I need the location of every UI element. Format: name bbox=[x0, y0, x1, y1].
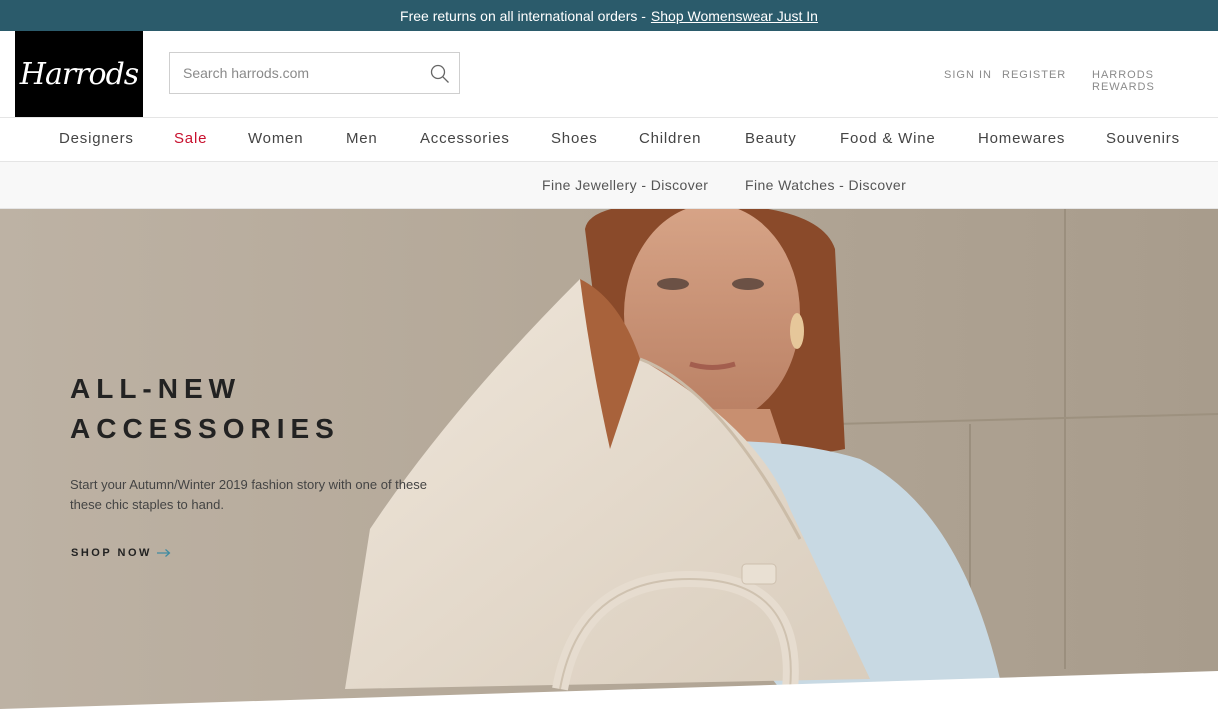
promo-text: Free returns on all international orders… bbox=[400, 7, 646, 24]
nav-item-food-wine[interactable]: Food & Wine bbox=[840, 130, 936, 147]
arrow-right-icon[interactable] bbox=[157, 548, 171, 558]
register-link[interactable]: REGISTER bbox=[1002, 69, 1066, 81]
nav-item-designers[interactable]: Designers bbox=[59, 130, 134, 147]
promo-link[interactable]: Shop Womenswear Just In bbox=[651, 8, 818, 24]
sub-nav: Fine Jewellery - Discover Fine Watches -… bbox=[0, 162, 1218, 209]
rewards-link[interactable]: HARRODS REWARDS bbox=[1092, 69, 1218, 93]
search-input[interactable] bbox=[170, 53, 420, 93]
hero-image bbox=[0, 209, 1218, 709]
harrods-logo[interactable]: Harrods bbox=[15, 31, 143, 117]
promo-bar: Free returns on all international orders… bbox=[0, 0, 1218, 31]
search-icon[interactable] bbox=[430, 64, 450, 84]
search-box bbox=[169, 52, 460, 94]
hero-title: ALL-NEW ACCESSORIES bbox=[70, 373, 340, 444]
sign-in-link[interactable]: SIGN IN bbox=[944, 69, 992, 81]
nav-item-children[interactable]: Children bbox=[639, 130, 701, 147]
nav-item-women[interactable]: Women bbox=[248, 130, 303, 147]
hero-banner[interactable]: ALL-NEW ACCESSORIES Start your Autumn/Wi… bbox=[0, 209, 1218, 709]
hero-description: Start your Autumn/Winter 2019 fashion st… bbox=[70, 477, 427, 512]
nav-item-beauty[interactable]: Beauty bbox=[745, 130, 797, 147]
main-nav: Designers Sale Women Men Accessories Sho… bbox=[0, 117, 1218, 162]
shop-now-button[interactable]: SHOP NOW bbox=[71, 547, 152, 559]
nav-item-sale[interactable]: Sale bbox=[174, 130, 207, 147]
subnav-item-fine-jewellery[interactable]: Fine Jewellery - Discover bbox=[542, 177, 708, 193]
nav-item-men[interactable]: Men bbox=[346, 130, 378, 147]
nav-item-homewares[interactable]: Homewares bbox=[978, 130, 1065, 147]
nav-item-accessories[interactable]: Accessories bbox=[420, 130, 510, 147]
nav-item-shoes[interactable]: Shoes bbox=[551, 130, 598, 147]
subnav-item-fine-watches[interactable]: Fine Watches - Discover bbox=[745, 177, 906, 193]
nav-item-souvenirs[interactable]: Souvenirs bbox=[1106, 130, 1180, 147]
header: Harrods SIGN IN REGISTER HARRODS REWARDS bbox=[0, 31, 1218, 117]
